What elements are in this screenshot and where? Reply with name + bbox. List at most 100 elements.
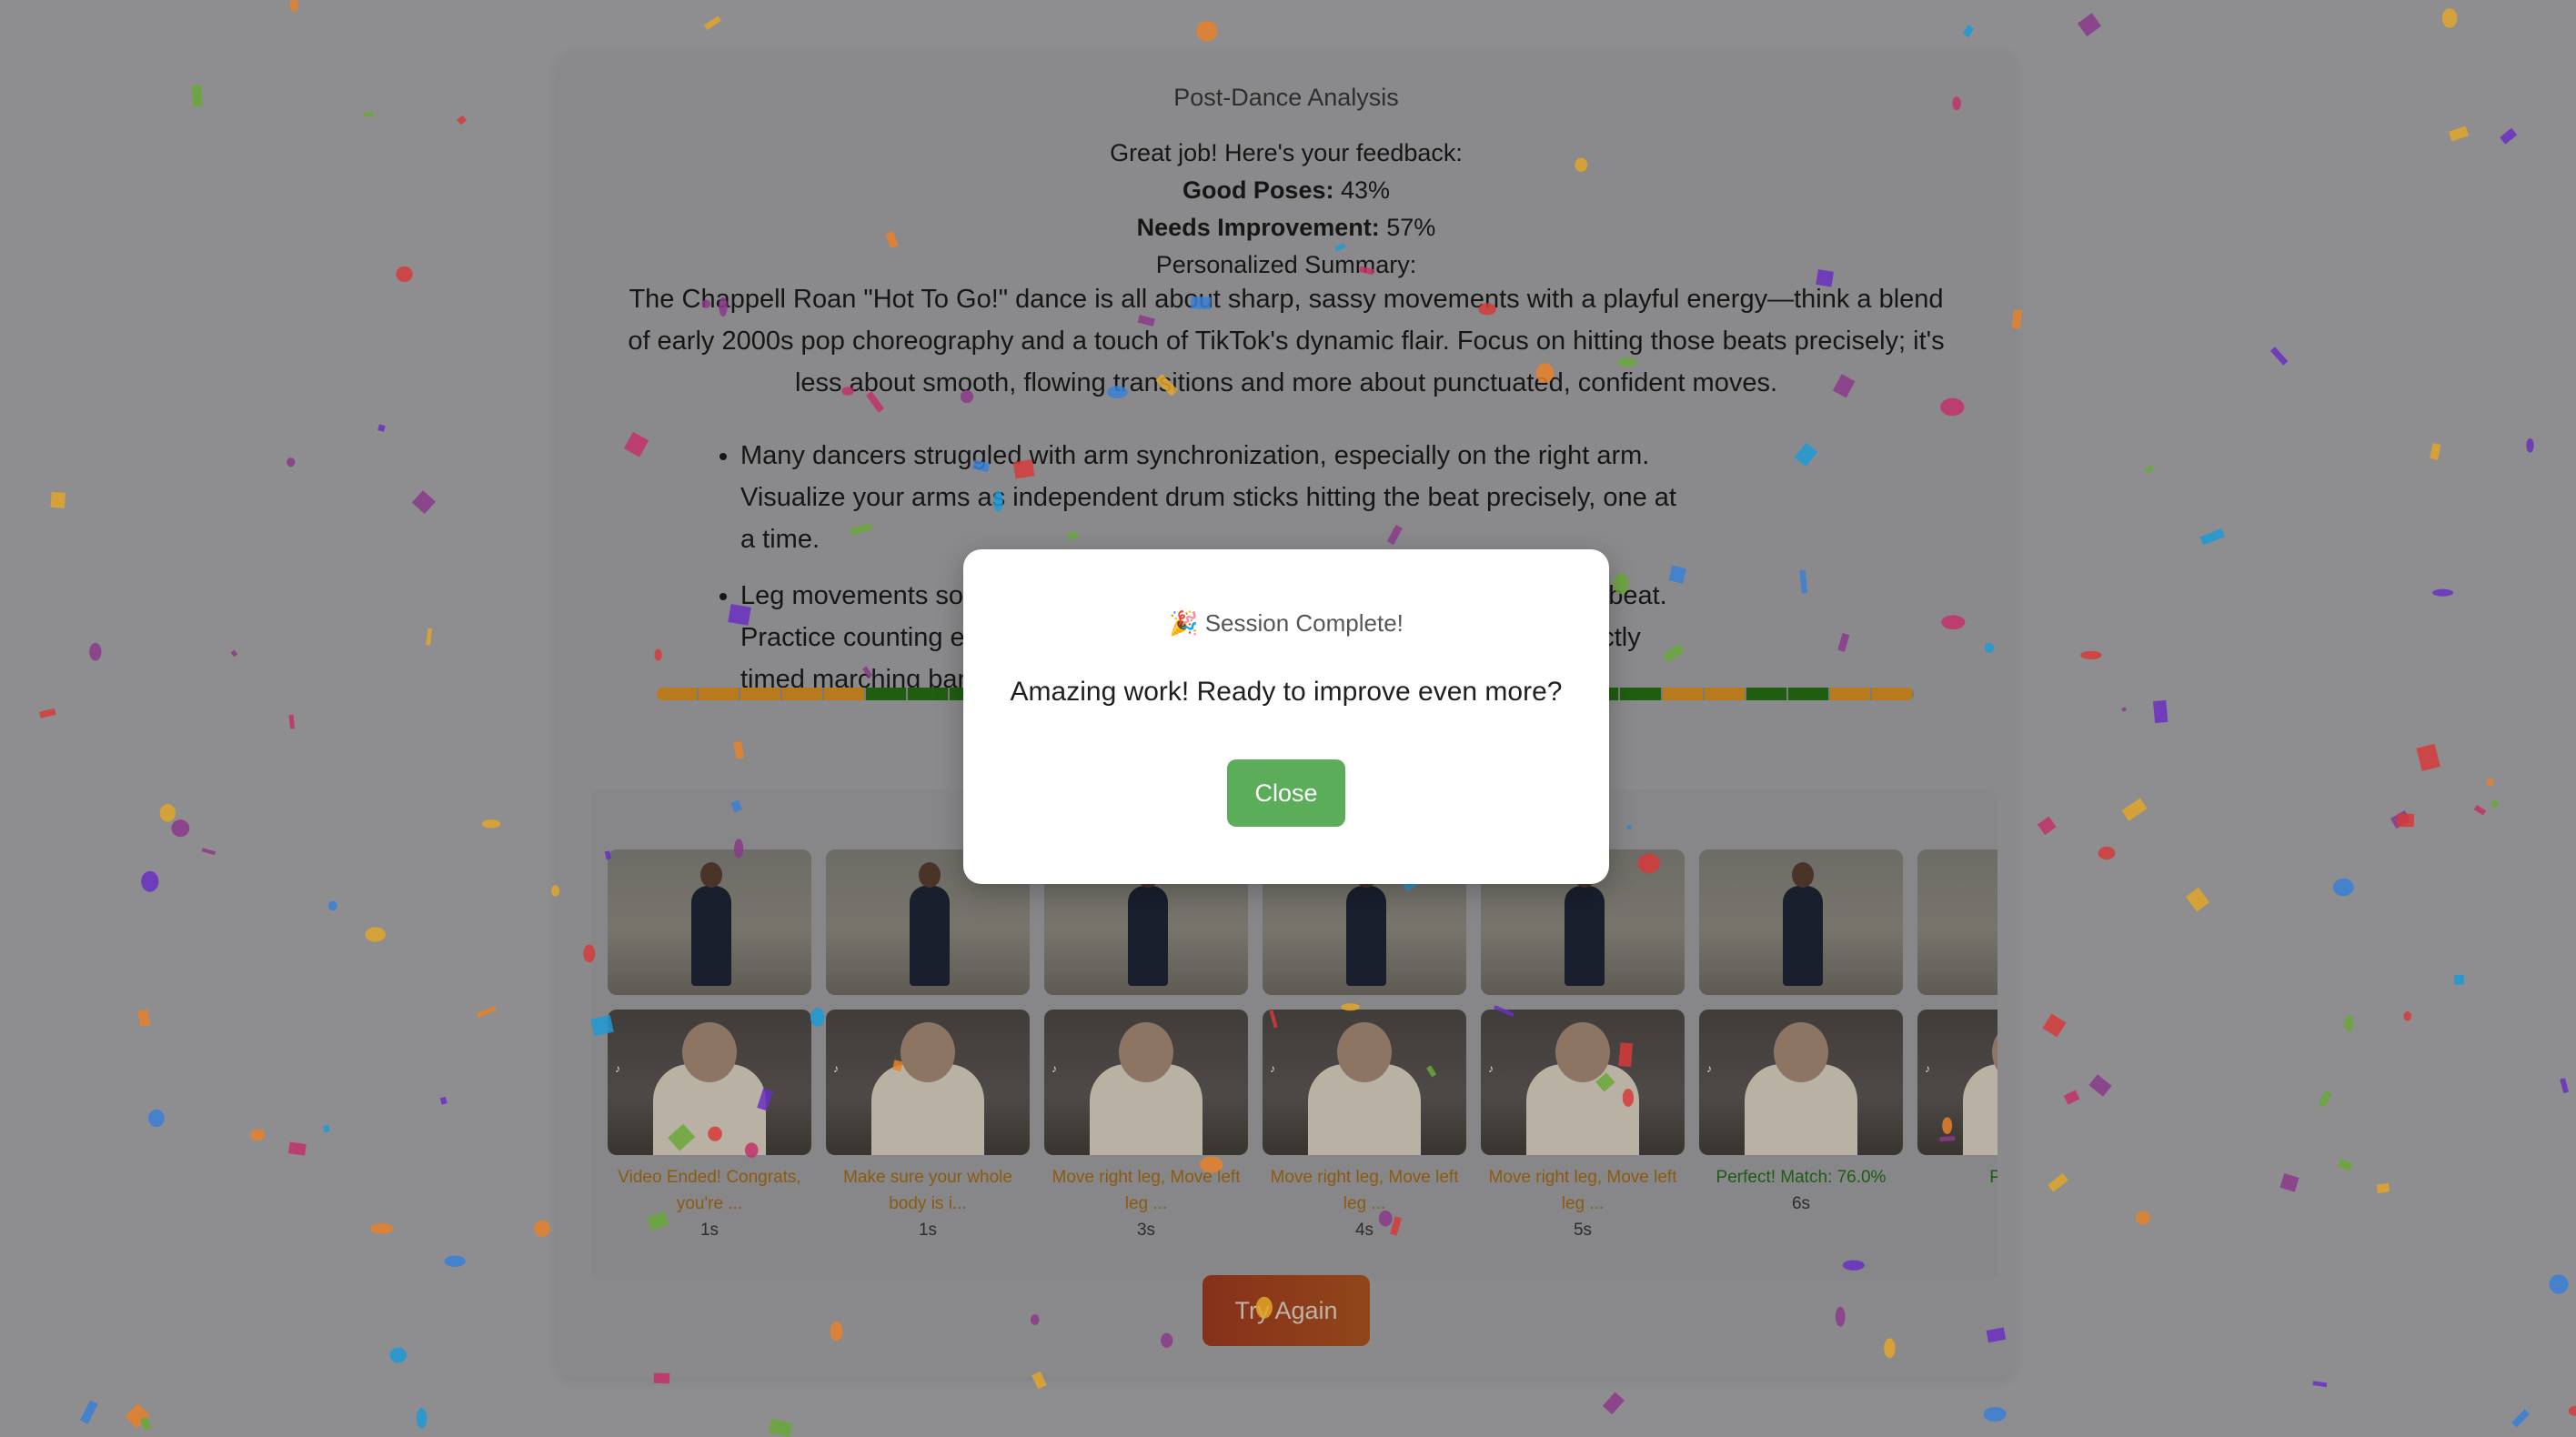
timeline-segment-bad[interactable] [1871,688,1914,700]
confetti-piece [2430,443,2441,460]
timeline-segment-bad[interactable] [699,688,741,700]
modal-message: Amazing work! Ready to improve even more… [1010,677,1563,707]
feedback-block: Great job! Here's your feedback: Good Po… [558,135,2014,284]
tiktok-icon: ♪ [833,1062,839,1075]
confetti-piece [147,1109,165,1128]
frame-card[interactable]: ♪ Perfect! [1917,849,1997,1194]
timeline-segment-good[interactable] [1620,688,1663,700]
confetti-piece [370,1222,394,1234]
confetti-piece [1196,21,1218,42]
frame-card[interactable]: ♪ Move right leg, Move left leg ... 5s [1481,849,1685,1241]
confetti-piece [2199,528,2225,546]
frame-timestamp: 5s [1573,1221,1593,1240]
tiktok-icon: ♪ [1052,1062,1057,1075]
confetti-piece [2376,1182,2390,1194]
frame-timestamp: 4s [1354,1221,1374,1240]
confetti-piece [125,1403,150,1429]
user-frame-image: ♪ [826,1010,1030,1155]
reference-frame-image [1699,849,1903,995]
confetti-piece [1602,1392,1625,1415]
confetti-piece [2121,707,2128,712]
timeline-segment-bad[interactable] [824,688,867,700]
frame-feedback-label: Make sure your whole body is i... [843,1168,1012,1213]
timeline-segment-bad[interactable] [1704,688,1746,700]
confetti-piece [2135,1211,2150,1225]
timeline-segment-bad[interactable] [1662,688,1705,700]
frame-feedback-label: Perfect! Match: 76.0% [1716,1168,1887,1187]
confetti-piece [439,1096,448,1105]
good-poses-stat: Good Poses: 43% [558,172,2014,209]
timeline-segment-bad[interactable] [740,688,783,700]
confetti-piece [2088,1074,2112,1097]
confetti-piece [250,1129,266,1141]
confetti-piece [1962,25,1975,38]
timeline-segment-good[interactable] [908,688,951,700]
good-poses-label: Good Poses: [1182,176,1334,204]
tiktok-icon: ♪ [615,1062,620,1075]
confetti-piece [2144,465,2155,474]
confetti-piece [2337,1159,2353,1171]
confetti-piece [2063,1090,2080,1105]
feedback-intro: Great job! Here's your feedback: [1110,139,1463,166]
session-complete-modal: 🎉 Session Complete! Amazing work! Ready … [963,549,1609,884]
frame-feedback-label: Perfect! [1989,1168,1997,1187]
confetti-piece [481,819,501,829]
reference-frame-image [608,849,811,995]
confetti-piece [2098,846,2116,860]
confetti-piece [389,1347,408,1363]
confetti-piece [2344,1015,2354,1032]
needs-improvement-label: Needs Improvement: [1136,214,1380,241]
frame-timestamp: 6s [1791,1194,1811,1213]
reference-frame-image [1917,849,1997,995]
timeline-segment-good[interactable] [1787,688,1830,700]
frame-timestamp: 3s [1136,1221,1156,1240]
confetti-piece [2485,778,2494,788]
frame-card[interactable]: ♪ Move right leg, Move left leg ... 4s [1263,849,1466,1241]
frame-feedback-label: Video Ended! Congrats, you're ... [618,1168,801,1213]
try-again-button[interactable]: Try Again [1202,1275,1370,1346]
timeline-segment-good[interactable] [866,688,909,700]
confetti-piece [201,848,216,856]
confetti-piece [2390,809,2411,829]
confetti-piece [457,115,467,126]
confetti-piece [2318,1090,2332,1108]
frame-card[interactable]: ♪ Make sure your whole body is i... 1s [826,849,1030,1241]
party-popper-icon: 🎉 [1169,609,1199,637]
confetti-piece [2490,799,2500,809]
frame-card[interactable]: ♪ Video Ended! Congrats, you're ... 1s [608,849,811,1241]
confetti-piece [2312,1381,2328,1388]
timeline-segment-bad[interactable] [657,688,699,700]
confetti-piece [476,1005,497,1019]
confetti-piece [2549,1274,2569,1294]
confetti-piece [2042,1013,2067,1038]
tiktok-icon: ♪ [1925,1062,1930,1075]
summary-text: The Chappell Roan "Hot To Go!" dance is … [628,285,1945,397]
timeline-segment-bad[interactable] [782,688,825,700]
confetti-piece [444,1255,466,1267]
close-button[interactable]: Close [1227,759,1345,827]
confetti-piece [1983,1406,2007,1422]
frame-card[interactable]: ♪ Move right leg, Move left leg ... 3s [1044,849,1248,1241]
confetti-piece [39,708,56,718]
confetti-piece [323,1124,330,1133]
timeline-segment-good[interactable] [1746,688,1788,700]
frame-card[interactable]: ♪ Perfect! Match: 76.0% 6s [1699,849,1903,1214]
modal-title: 🎉 Session Complete! [963,609,1609,638]
tiktok-icon: ♪ [1488,1062,1494,1075]
tiktok-icon: ♪ [1270,1062,1275,1075]
confetti-piece [2048,1172,2068,1192]
confetti-piece [327,900,337,911]
confetti-piece [2080,650,2102,660]
modal-title-text: Session Complete! [1204,609,1404,637]
confetti-piece [2454,974,2464,985]
timeline-segment-bad[interactable] [1829,688,1872,700]
confetti-piece [363,112,375,117]
confetti-piece [89,642,102,661]
confetti-piece [2403,1010,2412,1021]
confetti-piece [416,1408,428,1429]
confetti-piece [411,490,436,515]
confetti-piece [171,819,190,838]
needs-improvement-stat: Needs Improvement: 57% [558,209,2014,246]
page-title: Post-Dance Analysis [1173,84,1399,111]
confetti-piece [141,870,159,892]
